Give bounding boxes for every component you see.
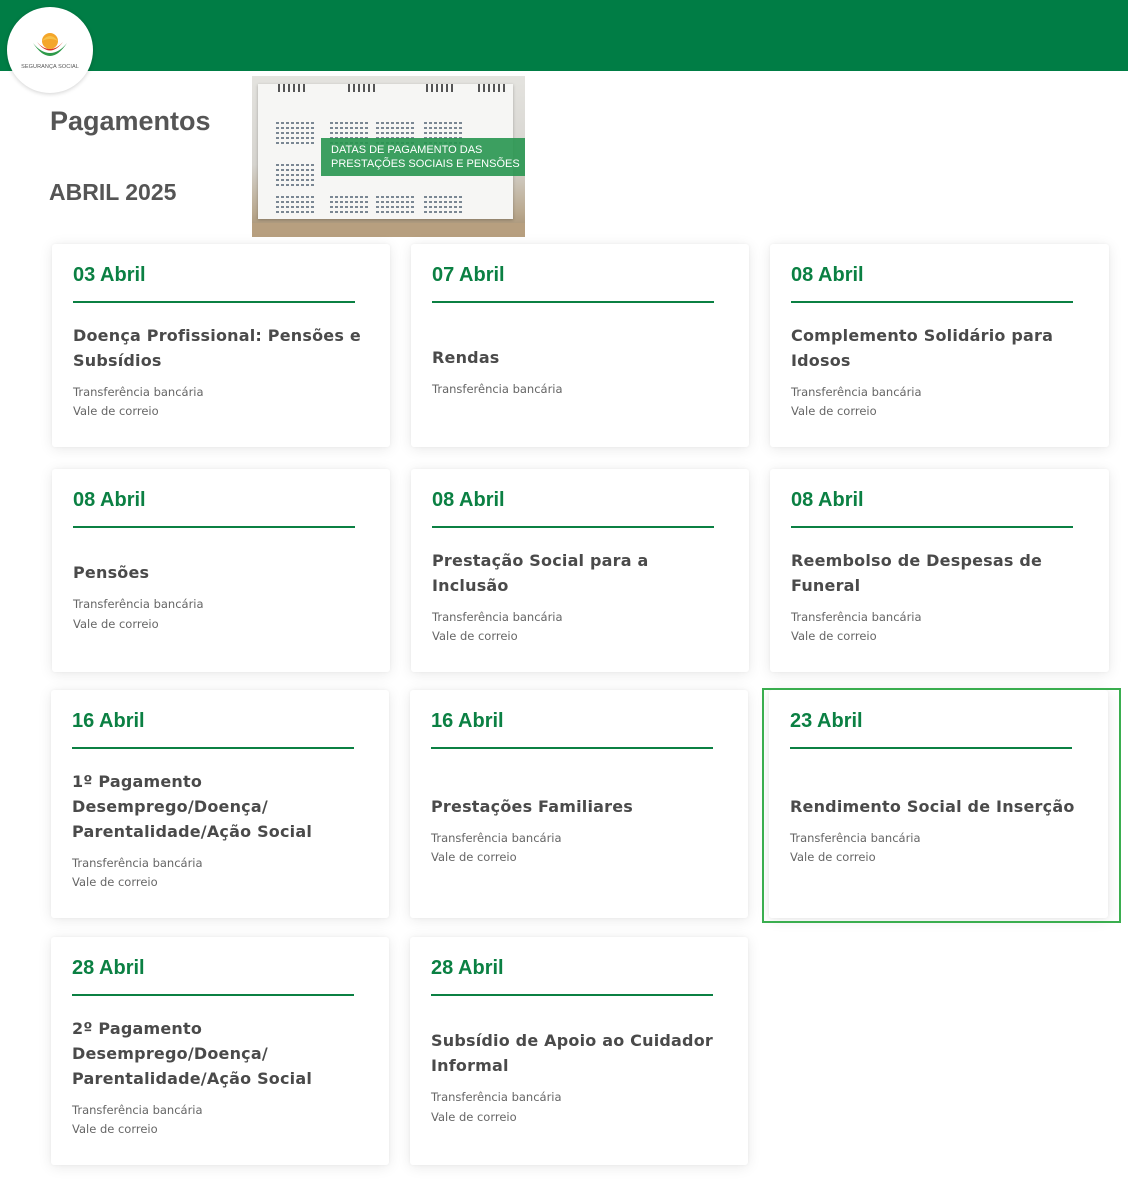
card-body: Doença Profissional: Pensões e Subsídios… [73,303,370,441]
payment-methods: Transferência bancária Vale de correio [432,608,729,647]
payment-methods: Transferência bancária Vale de correio [73,595,370,634]
payment-method: Transferência bancária [431,1090,562,1104]
benefit-name: Subsídio de Apoio ao Cuidador Informal [431,1031,713,1075]
card-body: Subsídio de Apoio ao Cuidador Informal Tr… [431,996,728,1159]
seguranca-social-logo[interactable]: SEGURANÇA SOCIAL [7,7,93,93]
payment-method: Vale de correio [791,404,877,418]
banner-text-line1: DATAS DE PAGAMENTO DAS [331,144,483,156]
payment-card[interactable]: 03 Abril Doença Profissional: Pensões e S… [52,244,390,447]
payment-method: Vale de correio [72,1122,158,1136]
payment-date: 16 Abril [431,710,504,732]
logo-text: SEGURANÇA SOCIAL [21,64,79,70]
benefit-name: Complemento Solidário para Idosos [791,325,1054,370]
payment-methods: Transferência bancária Vale de correio [72,1101,369,1140]
payment-method: Vale de correio [73,404,159,418]
card-body: Prestação Social para a Inclusão Transfer… [432,528,729,666]
payment-date: 08 Abril [791,264,864,286]
payment-date: 23 Abril [790,710,863,732]
payment-date: 28 Abril [72,957,145,979]
payment-methods: Transferência bancária Vale de correio [791,383,1089,422]
payment-method: Vale de correio [791,629,877,643]
payment-method: Transferência bancária [432,381,563,396]
payment-card[interactable]: 28 Abril Subsídio de Apoio ao Cuidador In… [410,937,748,1165]
payment-date: 08 Abril [791,489,864,511]
payment-method: Transferência bancária [431,830,562,845]
payment-card[interactable]: 08 Abril Reembolso de Despesas de Funeral… [770,469,1109,672]
card-body: Pensões Transferência bancária Vale de cor… [73,528,370,666]
calendar-stand [252,223,525,237]
card-body: Rendas Transferência bancária [432,303,729,441]
banner-label: DATAS DE PAGAMENTO DAS PRESTAÇÕES SOCIAI… [321,138,525,176]
payment-method: Transferência bancária [791,609,922,624]
payment-card[interactable]: 08 Abril Complemento Solidário para Idoso… [770,244,1109,447]
benefit-name: Prestações Familiares [431,796,634,816]
payment-method: Transferência bancária [72,1102,203,1117]
payment-card[interactable]: 28 Abril 2º Pagamento Desemprego/Doença/ … [51,937,389,1165]
payment-method: Vale de correio [432,629,518,643]
payment-date: 08 Abril [73,489,146,511]
card-body: 2º Pagamento Desemprego/Doença/ Parental… [72,996,369,1159]
payment-date: 03 Abril [73,264,146,286]
benefit-name: Rendimento Social de Inserção [790,796,1075,816]
payment-methods: Transferência bancária Vale de correio [791,608,1089,647]
benefit-name: 2º Pagamento Desemprego/Doença/ Parental… [72,1018,313,1088]
card-body: Prestações Familiares Transferência bancá… [431,749,728,912]
benefit-name: Rendas [432,347,500,367]
payment-methods: Transferência bancária Vale de correio [72,854,369,893]
payment-methods: Transferência bancária Vale de correio [431,829,728,868]
benefit-name: Prestação Social para a Inclusão [432,550,649,595]
payment-method: Vale de correio [73,616,159,631]
banner-text-line2: PRESTAÇÕES SOCIAIS E PENSÕES [331,158,520,170]
logo-emblem-icon [33,33,67,56]
top-header-bar [0,0,1128,71]
payment-method: Vale de correio [431,850,517,864]
payment-methods: Transferência bancária Vale de correio [73,383,370,422]
card-body: Reembolso de Despesas de Funeral Transfer… [791,528,1089,666]
payment-method: Vale de correio [790,850,876,864]
payment-method: Vale de correio [431,1109,517,1124]
payment-card[interactable]: 08 Abril Pensões Transferência bancária Val… [52,469,390,672]
payment-card[interactable]: 16 Abril 1º Pagamento Desemprego/Doença/ … [51,690,389,918]
card-body: 1º Pagamento Desemprego/Doença/ Parental… [72,749,369,912]
payment-method: Transferência bancária [73,597,204,611]
card-body: Complemento Solidário para Idosos Transfe… [791,303,1089,441]
payment-card[interactable]: 08 Abril Prestação Social para a Inclusão… [411,469,749,672]
payment-method: Transferência bancária [791,384,922,399]
payment-method: Transferência bancária [73,384,204,399]
payment-method: Transferência bancária [432,609,563,624]
payment-card[interactable]: 07 Abril Rendas Transferência bancária [411,244,749,447]
payment-method: Vale de correio [72,875,158,889]
payment-date: 07 Abril [432,264,505,286]
card-body: Rendimento Social de Inserção Transferênc… [790,749,1088,912]
payment-card[interactable]: 23 Abril Rendimento Social de Inserção Tra… [769,690,1108,918]
month-title: ABRIL 2025 [49,179,177,205]
payment-date: 08 Abril [432,489,505,511]
payment-card[interactable]: 16 Abril Prestações Familiares Transferênc… [410,690,748,918]
payment-date: 28 Abril [431,957,504,979]
payment-methods: Transferência bancária [432,380,729,400]
benefit-name: 1º Pagamento Desemprego/Doença/ Parental… [72,771,313,841]
payment-method: Transferência bancária [72,855,203,870]
payment-dates-banner[interactable]: DATAS DE PAGAMENTO DAS PRESTAÇÕES SOCIAI… [252,76,525,237]
page-title: Pagamentos [50,106,211,136]
benefit-name: Doença Profissional: Pensões e Subsídios [73,325,361,370]
payment-date: 16 Abril [72,710,145,732]
benefit-name: Reembolso de Despesas de Funeral [791,550,1043,595]
payment-methods: Transferência bancária Vale de correio [790,829,1088,868]
payment-methods: Transferência bancária Vale de correio [431,1088,728,1127]
benefit-name: Pensões [73,563,150,582]
payment-method: Transferência bancária [790,830,921,845]
